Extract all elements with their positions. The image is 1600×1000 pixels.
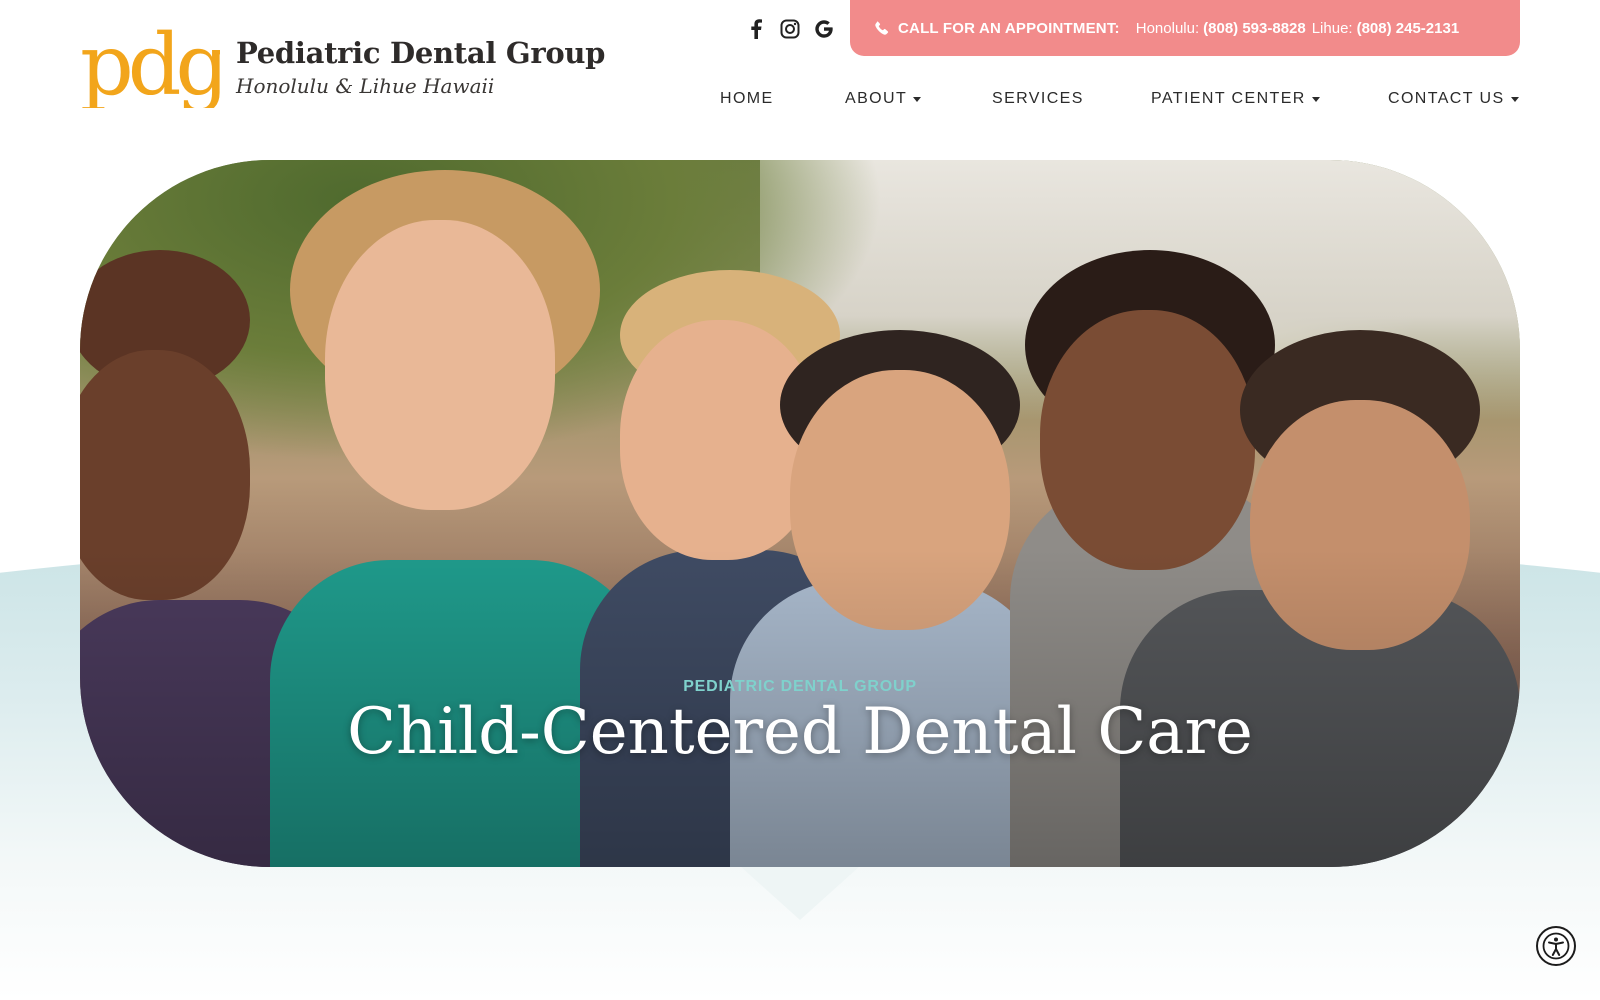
nav-item-services[interactable]: SERVICES bbox=[992, 90, 1084, 108]
phone-icon bbox=[875, 21, 889, 35]
honolulu-phone-link[interactable]: (808) 593-8828 bbox=[1203, 20, 1306, 37]
nav-item-label: PATIENT CENTER bbox=[1151, 90, 1306, 107]
nav-item-label: SERVICES bbox=[992, 90, 1084, 107]
instagram-icon[interactable] bbox=[778, 17, 802, 41]
appointment-bar: CALL FOR AN APPOINTMENT: Honolulu: (808)… bbox=[850, 0, 1520, 56]
hero-eyebrow: PEDIATRIC DENTAL GROUP bbox=[683, 678, 917, 695]
social-links bbox=[744, 14, 836, 44]
nav-item-home[interactable]: HOME bbox=[720, 90, 774, 108]
lihue-phone-link[interactable]: (808) 245-2131 bbox=[1357, 20, 1460, 37]
brand-name: Pediatric Dental Group bbox=[236, 36, 606, 70]
hero-banner: PEDIATRIC DENTAL GROUP Child-Centered De… bbox=[80, 160, 1520, 867]
nav-item-label: ABOUT bbox=[845, 90, 908, 107]
background-pointer bbox=[740, 866, 860, 920]
hero-title: Child-Centered Dental Care bbox=[347, 695, 1253, 769]
nav-item-label: CONTACT US bbox=[1388, 90, 1505, 107]
caret-down-icon bbox=[1311, 96, 1320, 102]
caret-down-icon bbox=[913, 96, 922, 102]
google-icon[interactable] bbox=[812, 17, 836, 41]
honolulu-label: Honolulu: bbox=[1135, 19, 1200, 37]
nav-item-label: HOME bbox=[720, 90, 774, 107]
facebook-icon[interactable] bbox=[744, 17, 768, 41]
nav-item-about[interactable]: ABOUT bbox=[845, 90, 922, 108]
main-nav: HOME ABOUT SERVICES PATIENT CENTER CONTA… bbox=[0, 90, 1600, 112]
nav-item-patient-center[interactable]: PATIENT CENTER bbox=[1151, 90, 1320, 108]
appointment-label: CALL FOR AN APPOINTMENT: bbox=[898, 19, 1120, 37]
accessibility-button[interactable] bbox=[1536, 926, 1576, 966]
nav-item-contact-us[interactable]: CONTACT US bbox=[1388, 90, 1519, 108]
lihue-label: Lihue: bbox=[1311, 19, 1353, 37]
caret-down-icon bbox=[1510, 96, 1519, 102]
accessibility-icon bbox=[1542, 932, 1570, 960]
